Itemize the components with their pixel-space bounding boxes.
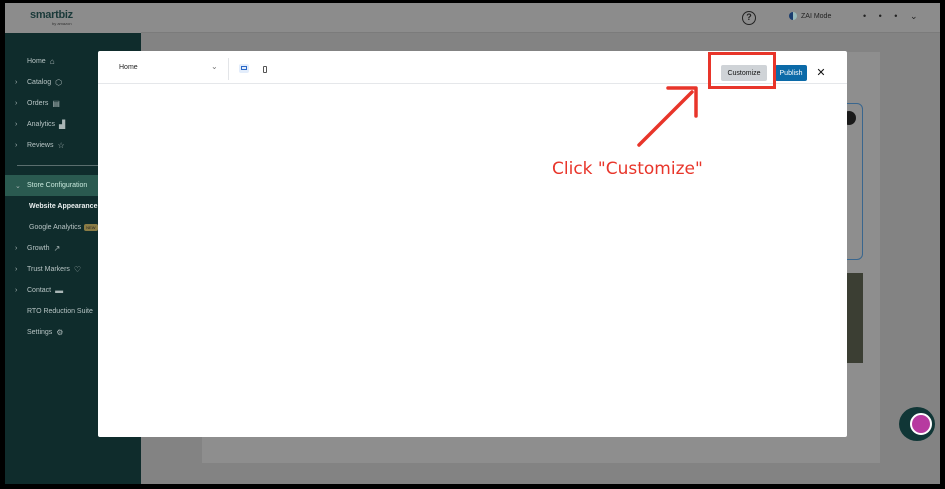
annotation-arrow-icon <box>637 86 698 147</box>
annotation-hint: Click "Customize" <box>552 159 703 179</box>
